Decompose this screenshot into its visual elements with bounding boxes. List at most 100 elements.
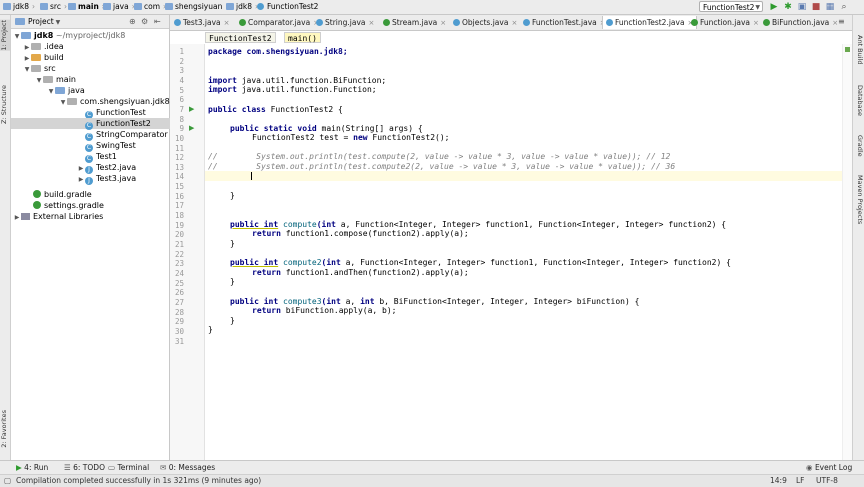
caret-position[interactable]: 14:9 [770,476,787,486]
run-configuration-select[interactable]: FunctionTest2 ▼ [699,1,763,12]
line-number[interactable]: 17 [170,201,184,211]
tree-item-jdk8[interactable]: ▼ jdk8 ~/myproject/jdk8 [11,30,171,41]
run-gutter-icon[interactable]: ▶ [189,124,194,132]
breadcrumb-jdk8[interactable]: jdk8 › [3,2,35,12]
tab-test3[interactable]: Test3.java × [171,16,233,29]
line-number[interactable]: 7 [170,105,184,115]
event-log-tool-button[interactable]: ◉ Event Log [806,463,852,473]
line-separator[interactable]: LF [796,476,805,486]
line-number[interactable]: 12 [170,153,184,163]
coverage-icon[interactable]: ▣ [797,2,807,12]
terminal-tool-button[interactable]: ▭ Terminal [108,463,149,473]
line-number[interactable]: 13 [170,163,184,173]
line-number[interactable]: 2 [170,57,184,67]
line-number[interactable]: 9 [170,124,184,134]
java-file-icon [174,19,181,26]
project-view-select[interactable]: Project [28,17,54,26]
line-number[interactable]: 18 [170,211,184,221]
breadcrumb-shengsiyuan[interactable]: shengsiyuan› [165,2,228,12]
line-number[interactable]: 27 [170,298,184,308]
line-number[interactable]: 4 [170,76,184,86]
tab-stream[interactable]: Stream.java × [380,16,449,29]
breadcrumb-jdk8-package[interactable]: jdk8› [226,2,258,12]
search-everywhere-icon[interactable]: ⌕ [839,2,849,12]
breadcrumb-com[interactable]: com› [134,2,166,12]
tree-item-build[interactable]: ▶ build [11,52,181,63]
line-number[interactable]: 25 [170,279,184,289]
stop-icon[interactable]: ■ [811,2,821,12]
tab-functiontest2[interactable]: FunctionTest2.java× [602,16,698,29]
line-number[interactable]: 3 [170,66,184,76]
line-number[interactable]: 28 [170,308,184,318]
tab-functiontest[interactable]: FunctionTest.java× [520,16,609,29]
run-icon[interactable]: ▶ [769,2,779,12]
tab-string[interactable]: String.java × [313,16,377,29]
line-number[interactable]: 19 [170,221,184,231]
database-tool-button[interactable]: Database [854,85,864,116]
line-number[interactable]: 14 [170,172,184,182]
line-number[interactable]: 6 [170,95,184,105]
breadcrumb-main[interactable]: main› [68,2,105,12]
settings-icon[interactable]: ⚙ [141,15,148,28]
status-bar-toggle-icon[interactable]: ▢ [4,476,11,486]
breadcrumb-functiontest2[interactable]: FunctionTest2 [257,2,318,12]
maven-tool-button[interactable]: Maven Projects [854,175,864,224]
line-number[interactable]: 26 [170,288,184,298]
gradle-tool-button[interactable]: Gradle [854,135,864,157]
tree-item-build-gradle[interactable]: build.gradle [11,189,191,200]
line-number[interactable]: 1 [170,47,184,57]
line-number[interactable]: 8 [170,115,184,125]
project-structure-icon[interactable]: ▦ [825,2,835,12]
todo-tool-button[interactable]: ☰ 6: TODO [64,463,105,473]
debug-icon[interactable]: ✱ [783,2,793,12]
close-icon[interactable]: × [224,19,230,27]
project-tool-button[interactable]: 1: Project [0,20,10,51]
hide-panel-icon[interactable]: ⇤ [154,15,161,28]
code-line: } [230,239,235,248]
line-number[interactable]: 21 [170,240,184,250]
close-icon[interactable]: × [753,19,759,27]
line-number[interactable]: 30 [170,327,184,337]
line-number[interactable]: 22 [170,250,184,260]
tree-item-external-libraries[interactable]: ▶ External Libraries [11,211,171,222]
line-number[interactable]: 15 [170,182,184,192]
line-number[interactable]: 24 [170,269,184,279]
close-icon[interactable]: × [368,19,374,27]
line-number[interactable]: 16 [170,192,184,202]
interface-icon [691,19,698,26]
tab-objects[interactable]: Objects.java × [450,16,520,29]
tree-item-main[interactable]: ▼ main [11,74,193,85]
tree-item-settings-gradle[interactable]: settings.gradle [11,200,191,211]
close-icon[interactable]: × [511,19,517,27]
messages-tool-button[interactable]: ✉ 0: Messages [160,463,215,473]
line-number[interactable]: 23 [170,259,184,269]
run-tool-button[interactable]: ▶ 4: Run [16,463,48,473]
status-message[interactable]: Compilation completed successfully in 1s… [16,476,261,486]
code-editor[interactable]: package com.shengsiyuan.jdk8; import jav… [205,44,853,460]
breadcrumb-src[interactable]: src › [40,2,67,12]
line-number[interactable]: 29 [170,317,184,327]
tab-list-icon[interactable]: ≡ [838,17,845,26]
tab-bifunction[interactable]: BiFunction.java × [760,16,841,29]
code-line: // System.out.println(test.compute2(2, v… [208,162,676,171]
tab-function[interactable]: Function.java × [688,16,762,29]
file-encoding[interactable]: UTF-8 [816,476,838,486]
structure-tool-button[interactable]: Z: Structure [0,85,10,124]
folder-icon [31,65,41,72]
sync-icon[interactable]: ⊕ [129,15,136,28]
tree-item-idea[interactable]: ▶ .idea [11,41,181,52]
close-icon[interactable]: × [440,19,446,27]
line-number[interactable]: 11 [170,144,184,154]
ant-build-tool-button[interactable]: Ant Build [854,35,864,65]
tab-comparator[interactable]: Comparator.java× [236,16,322,29]
line-number[interactable]: 5 [170,86,184,96]
run-gutter-icon[interactable]: ▶ [189,105,194,113]
favorites-tool-button[interactable]: 2: Favorites [0,410,10,448]
crumb-method[interactable]: main() [284,32,321,43]
crumb-class[interactable]: FunctionTest2 [205,32,276,43]
breadcrumb-java[interactable]: java› [103,2,135,12]
line-number[interactable]: 10 [170,134,184,144]
tree-item-src[interactable]: ▼ src [11,63,181,74]
line-number[interactable]: 31 [170,337,184,347]
line-number[interactable]: 20 [170,230,184,240]
